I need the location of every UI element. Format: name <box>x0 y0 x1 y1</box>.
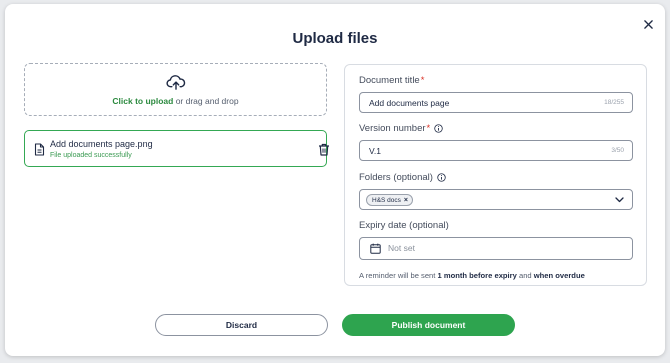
expiry-date-input[interactable]: Not set <box>359 237 633 260</box>
upload-files-modal: Upload files Click to upload or drag and… <box>5 4 665 356</box>
modal-title: Upload files <box>292 30 378 47</box>
publish-document-button[interactable]: Publish document <box>342 314 515 336</box>
chip-remove-icon[interactable]: × <box>404 197 408 204</box>
version-number-counter: 3/50 <box>611 147 624 154</box>
discard-button[interactable]: Discard <box>155 314 328 336</box>
file-status: File uploaded successfully <box>50 152 132 159</box>
click-to-upload-link[interactable]: Click to upload <box>112 96 173 106</box>
folder-chip: H&S docs × <box>366 194 413 206</box>
calendar-icon <box>370 243 381 254</box>
document-title-counter: 18/255 <box>604 99 624 106</box>
cloud-upload-icon <box>165 74 185 90</box>
file-icon <box>34 143 45 156</box>
uploaded-file-card: Add documents page.png File uploaded suc… <box>24 130 330 167</box>
file-dropzone[interactable]: Click to upload or drag and drop <box>24 63 327 116</box>
version-number-value: V.1 <box>369 146 381 156</box>
folders-select[interactable]: H&S docs × <box>359 189 633 210</box>
document-title-label: Document title * <box>359 75 425 86</box>
version-number-input[interactable]: V.1 3/50 <box>359 140 633 161</box>
folders-label: Folders (optional) <box>359 172 446 183</box>
document-title-value: Add documents page <box>369 98 450 108</box>
chevron-down-icon[interactable] <box>615 197 624 203</box>
expiry-date-placeholder: Not set <box>388 243 415 253</box>
version-number-label: Version number * <box>359 123 443 134</box>
dropzone-text: Click to upload or drag and drop <box>112 96 238 106</box>
file-name: Add documents page.png <box>50 139 153 149</box>
document-details-panel: Document title * Add documents page 18/25… <box>344 64 647 286</box>
folder-chip-label: H&S docs <box>372 196 401 204</box>
close-icon <box>643 19 653 29</box>
reminder-note: A reminder will be sent 1 month before e… <box>359 271 585 280</box>
drag-drop-text: or drag and drop <box>173 95 239 106</box>
info-icon[interactable] <box>434 124 443 133</box>
trash-icon[interactable] <box>318 143 330 156</box>
document-title-input[interactable]: Add documents page 18/255 <box>359 92 633 113</box>
expiry-date-label: Expiry date (optional) <box>359 220 449 231</box>
info-icon[interactable] <box>437 173 446 182</box>
